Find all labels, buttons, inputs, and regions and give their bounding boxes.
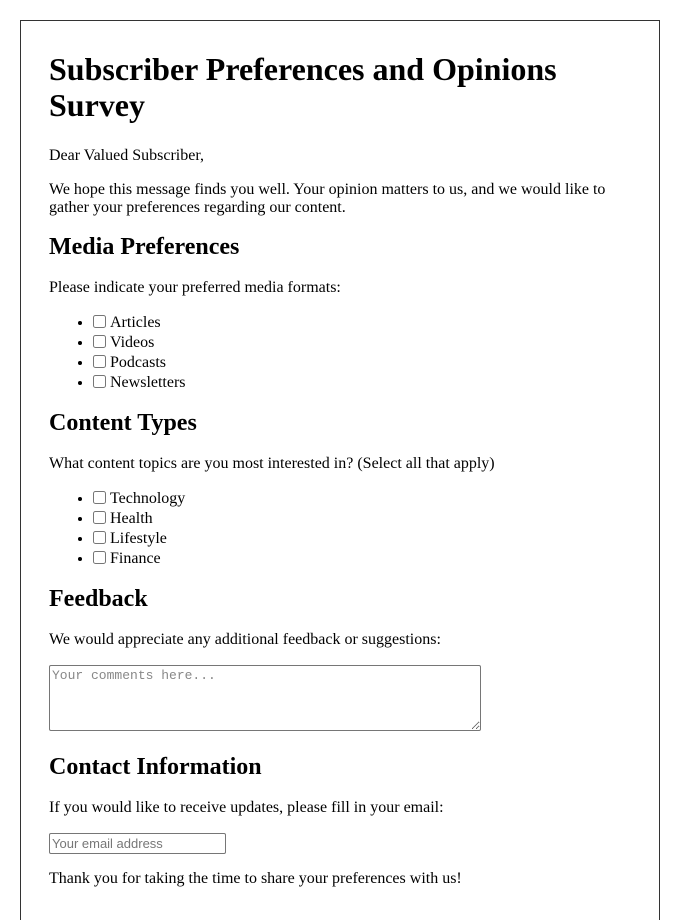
content-types-heading: Content Types — [49, 410, 197, 436]
option-label: Podcasts — [110, 354, 166, 371]
survey-container: Subscriber Preferences and Opinions Surv… — [20, 20, 660, 920]
option-label: Finance — [110, 550, 161, 567]
contact-heading: Contact Information — [49, 754, 262, 780]
greeting: Dear Valued Subscriber, — [49, 147, 205, 164]
media-options-list: Articles Videos Podcasts Newsletters — [49, 313, 631, 393]
technology-checkbox[interactable] — [93, 491, 106, 504]
newsletters-checkbox[interactable] — [93, 375, 106, 388]
articles-checkbox[interactable] — [93, 315, 106, 328]
content-prompt: What content topics are you most interes… — [49, 455, 495, 472]
feedback-textarea[interactable] — [49, 665, 481, 731]
list-item: Articles — [93, 313, 631, 333]
option-label: Videos — [110, 334, 155, 351]
option-label: Technology — [110, 490, 186, 507]
page-title: Subscriber Preferences and Opinions Surv… — [49, 51, 557, 123]
option-label: Health — [110, 510, 153, 527]
content-options-list: Technology Health Lifestyle Finance — [49, 489, 631, 569]
list-item: Lifestyle — [93, 529, 631, 549]
videos-checkbox[interactable] — [93, 335, 106, 348]
media-preferences-heading: Media Preferences — [49, 234, 240, 260]
list-item: Health — [93, 509, 631, 529]
list-item: Finance — [93, 549, 631, 569]
podcasts-checkbox[interactable] — [93, 355, 106, 368]
email-field[interactable] — [49, 833, 226, 854]
option-label: Articles — [110, 314, 161, 331]
media-prompt: Please indicate your preferred media for… — [49, 279, 341, 296]
list-item: Podcasts — [93, 353, 631, 373]
finance-checkbox[interactable] — [93, 551, 106, 564]
intro-text: We hope this message finds you well. You… — [49, 181, 606, 216]
closing-text: Thank you for taking the time to share y… — [49, 870, 462, 887]
option-label: Newsletters — [110, 374, 186, 391]
feedback-prompt: We would appreciate any additional feedb… — [49, 631, 441, 648]
list-item: Videos — [93, 333, 631, 353]
list-item: Technology — [93, 489, 631, 509]
contact-prompt: If you would like to receive updates, pl… — [49, 799, 444, 816]
lifestyle-checkbox[interactable] — [93, 531, 106, 544]
feedback-heading: Feedback — [49, 586, 148, 612]
list-item: Newsletters — [93, 373, 631, 393]
option-label: Lifestyle — [110, 530, 167, 547]
health-checkbox[interactable] — [93, 511, 106, 524]
